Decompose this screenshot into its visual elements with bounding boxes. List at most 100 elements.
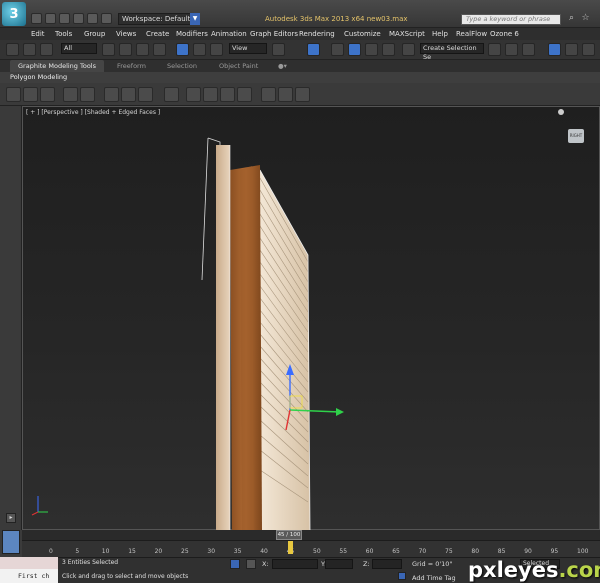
world-axis-icon — [31, 496, 48, 516]
x-coordinate-field[interactable] — [272, 559, 318, 569]
edit-poly-mode-icon[interactable] — [6, 87, 21, 102]
tab-graphite-modeling-tools[interactable]: Graphite Modeling Tools — [10, 60, 105, 72]
selection-info: 3 Entities Selected — [62, 559, 119, 566]
spinner-snap-icon[interactable] — [382, 43, 395, 56]
new-file-icon[interactable] — [31, 13, 42, 24]
menu-modifiers[interactable]: Modifiers — [176, 28, 208, 40]
swift-loop-icon[interactable] — [261, 87, 276, 102]
time-tag-icon[interactable] — [398, 572, 406, 580]
polygon-modeling-label[interactable]: Polygon Modeling — [10, 73, 67, 81]
home-icon[interactable] — [558, 109, 564, 115]
edge-mode-icon[interactable] — [40, 87, 55, 102]
menu-maxscript[interactable]: MAXScript — [389, 28, 425, 40]
paint-icon[interactable] — [220, 87, 235, 102]
border-mode-icon[interactable] — [63, 87, 78, 102]
time-slider-thumb[interactable]: 45 / 100 — [276, 530, 302, 540]
menu-edit[interactable]: Edit — [31, 28, 45, 40]
redo-icon[interactable] — [87, 13, 98, 24]
modify-mode-icon[interactable] — [121, 87, 136, 102]
reference-coordinate-dropdown[interactable]: View — [229, 43, 267, 54]
unlink-icon[interactable] — [23, 43, 36, 56]
rectangle-selection-icon[interactable] — [136, 43, 149, 56]
window-title: Autodesk 3ds Max 2013 x64 new03.max — [265, 15, 408, 23]
align-icon[interactable] — [505, 43, 518, 56]
tab-freeform[interactable]: Freeform — [117, 60, 146, 72]
link-tool-icon[interactable] — [237, 87, 252, 102]
named-selection-dropdown[interactable]: Create Selection Se — [420, 43, 484, 61]
menu-views[interactable]: Views — [116, 28, 136, 40]
open-file-icon[interactable] — [45, 13, 56, 24]
menu-ozone[interactable]: Ozone 6 — [490, 28, 519, 40]
gizmo-y-arrow[interactable] — [336, 408, 344, 416]
graphite-toggle-icon[interactable] — [548, 43, 561, 56]
current-frame-marker[interactable] — [287, 541, 293, 554]
bind-space-warp-icon[interactable] — [40, 43, 53, 56]
workspace-dropdown[interactable]: Workspace: Default — [118, 13, 200, 25]
menu-help[interactable]: Help — [432, 28, 448, 40]
menu-animation[interactable]: Animation — [211, 28, 247, 40]
schematic-view-icon[interactable] — [582, 43, 595, 56]
window-crossing-icon[interactable] — [153, 43, 166, 56]
snaps-toggle-icon[interactable] — [331, 43, 344, 56]
save-file-icon[interactable] — [59, 13, 70, 24]
polygon-mode-icon[interactable] — [80, 87, 95, 102]
time-slider[interactable] — [22, 530, 600, 540]
curve-editor-icon[interactable] — [565, 43, 578, 56]
scene-blinds-model[interactable] — [190, 130, 350, 530]
menu-realflow[interactable]: RealFlow — [456, 28, 487, 40]
viewcube-icon[interactable]: RIGHT — [568, 129, 584, 143]
chevron-down-icon[interactable]: ▼ — [190, 13, 200, 25]
percent-snap-icon[interactable] — [365, 43, 378, 56]
menu-graph-editors[interactable]: Graph Editors — [250, 28, 298, 40]
vertex-mode-icon[interactable] — [23, 87, 38, 102]
search-input[interactable]: Type a keyword or phrase — [461, 14, 561, 25]
ribbon-options-icon[interactable]: ●▾ — [278, 60, 287, 72]
mirror-icon[interactable] — [488, 43, 501, 56]
edit-named-selection-icon[interactable] — [402, 43, 415, 56]
z-coordinate-field[interactable] — [372, 559, 402, 569]
stack-mode-icon[interactable] — [138, 87, 153, 102]
cut-tool-icon[interactable] — [295, 87, 310, 102]
undo-icon[interactable] — [73, 13, 84, 24]
maxscript-listener-input[interactable]: First ch — [0, 569, 58, 583]
menu-customize[interactable]: Customize — [344, 28, 381, 40]
previous-modifier-icon[interactable] — [164, 87, 179, 102]
lock-selection-icon[interactable] — [230, 559, 240, 569]
star-icon[interactable]: ☆ — [580, 13, 591, 24]
link-icon[interactable] — [6, 43, 19, 56]
menu-bar: Edit Tools Group Views Create Modifiers … — [0, 28, 600, 40]
maxscript-listener-output[interactable] — [0, 557, 58, 569]
layer-manager-icon[interactable] — [522, 43, 535, 56]
menu-tools[interactable]: Tools — [55, 28, 72, 40]
select-by-name-icon[interactable] — [119, 43, 132, 56]
timeline-tick-label: 35 — [233, 548, 242, 555]
viewport-label[interactable]: [ + ] [Perspective ] [Shaded + Edged Fac… — [26, 109, 160, 116]
pivot-center-icon[interactable] — [272, 43, 285, 56]
app-logo-icon[interactable]: 3 — [2, 2, 26, 26]
add-time-tag-button[interactable]: Add Time Tag — [412, 574, 456, 582]
angle-snap-icon[interactable] — [348, 43, 361, 56]
menu-create[interactable]: Create — [146, 28, 169, 40]
tab-object-paint[interactable]: Object Paint — [219, 60, 258, 72]
absolute-mode-icon[interactable] — [246, 559, 256, 569]
select-and-manipulate-icon[interactable] — [307, 43, 320, 56]
timeline-tick-label: 5 — [75, 548, 80, 555]
select-and-rotate-icon[interactable] — [193, 43, 206, 56]
shirt-icon[interactable] — [203, 87, 218, 102]
timeline-tick-label: 80 — [471, 548, 480, 555]
tab-selection[interactable]: Selection — [167, 60, 197, 72]
binoculars-icon[interactable]: ⌕ — [566, 13, 577, 24]
select-object-icon[interactable] — [102, 43, 115, 56]
quick-slice-icon[interactable] — [278, 87, 293, 102]
select-and-scale-icon[interactable] — [210, 43, 223, 56]
sphere-icon[interactable] — [186, 87, 201, 102]
project-folder-icon[interactable] — [101, 13, 112, 24]
selection-filter-dropdown[interactable]: All — [61, 43, 97, 54]
y-coordinate-field[interactable] — [325, 559, 353, 569]
timeline-tick-label: 15 — [128, 548, 136, 555]
menu-rendering[interactable]: Rendering — [299, 28, 335, 40]
menu-group[interactable]: Group — [84, 28, 105, 40]
select-and-move-icon[interactable] — [176, 43, 189, 56]
element-mode-icon[interactable] — [104, 87, 119, 102]
expand-arrow-icon[interactable]: ▸ — [6, 513, 16, 523]
